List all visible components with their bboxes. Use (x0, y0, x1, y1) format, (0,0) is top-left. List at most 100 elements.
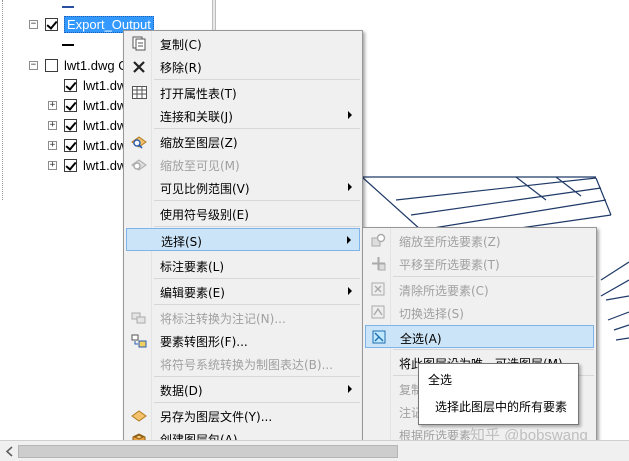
menu-item-edit-features[interactable]: 编辑要素(E) (126, 280, 360, 303)
tooltip-description: 选择此图层中的所有要素 (435, 400, 568, 414)
menu-item-label: 缩放至图层(Z) (160, 136, 238, 150)
tree-row-dwg[interactable]: − lwt1.dwg G (29, 55, 128, 75)
menu-item-clear-selected[interactable]: 清除所选要素(C) (365, 278, 594, 301)
menu-separator (154, 278, 360, 279)
submenu-arrow-icon (348, 287, 352, 295)
sublayer-name[interactable]: lwt1.dw (83, 98, 126, 113)
remove-x-icon (130, 58, 148, 75)
menu-item-label: 全选(A) (400, 332, 442, 346)
tree-row-sublayer[interactable]: + lwt1.dw (48, 155, 126, 175)
tree-row-sublayer[interactable]: + lwt1.dw (48, 95, 126, 115)
menu-item-label: 另存为图层文件(Y)... (160, 410, 273, 424)
menu-item-remove[interactable]: 移除(R) (126, 55, 360, 78)
menu-item-use-symbol-levels[interactable]: 使用符号级别(E) (126, 202, 360, 225)
menu-item-convert-symbology[interactable]: 将符号系统转换为制图表达(B)... (126, 352, 360, 375)
menu-separator (154, 79, 360, 80)
expand-icon[interactable]: + (48, 120, 57, 130)
menu-item-label: 可见比例范围(V) (160, 182, 250, 196)
menu-item-label: 复制(C) (160, 38, 202, 52)
sublayer-name[interactable]: lwt1.dw (83, 118, 126, 133)
menu-item-label: 要素转图形(F)... (160, 335, 248, 349)
menu-item-label: 使用符号级别(E) (160, 208, 249, 222)
convert-labels-icon (130, 309, 148, 326)
menu-item-label: 清除所选要素(C) (399, 284, 489, 298)
arcmap-window: − Export_Output − lwt1.dwg G lwt1.dw + l… (0, 0, 629, 461)
expand-icon[interactable]: + (48, 100, 57, 110)
menu-item-visible-scale-range[interactable]: 可见比例范围(V) (126, 176, 360, 199)
sublayer-name[interactable]: lwt1.dw (83, 78, 126, 93)
menu-separator (154, 128, 360, 129)
menu-separator (154, 376, 360, 377)
menu-item-zoom-to-selected[interactable]: 缩放至所选要素(Z) (365, 229, 594, 252)
layer-visibility-checkbox[interactable] (45, 58, 58, 72)
menu-item-label: 编辑要素(E) (160, 286, 225, 300)
menu-item-copy[interactable]: 复制(C) (126, 32, 360, 55)
horizontal-scrollbar[interactable] (0, 440, 629, 461)
menu-separator (154, 226, 360, 227)
layer-symbol-line (62, 44, 74, 46)
expand-icon[interactable]: + (48, 140, 57, 150)
tooltip-title: 全选 (428, 373, 453, 387)
collapse-icon[interactable]: − (29, 19, 38, 29)
menu-item-label: 标注要素(L) (160, 260, 225, 274)
menu-item-zoom-to-visible[interactable]: 缩放至可见(M) (126, 153, 360, 176)
menu-item-label: 缩放至可见(M) (160, 159, 240, 173)
layer-context-menu: 复制(C) 移除(R) 打开属性表(T) 连接和关联(J) 缩放至图层(Z) 缩… (123, 30, 363, 448)
menu-item-open-attribute-table[interactable]: 打开属性表(T) (126, 81, 360, 104)
layer-visibility-checkbox[interactable] (64, 138, 77, 152)
menu-separator (154, 304, 360, 305)
expand-icon[interactable]: + (48, 160, 57, 170)
submenu-arrow-icon (348, 385, 352, 393)
layer-visibility-checkbox[interactable] (64, 158, 77, 172)
zoom-selected-icon (369, 232, 387, 249)
tree-row-sublayer[interactable]: + lwt1.dw (48, 115, 126, 135)
menu-item-data[interactable]: 数据(D) (126, 378, 360, 401)
scroll-left-icon[interactable] (2, 444, 17, 459)
layer-visibility-checkbox[interactable] (45, 17, 58, 31)
menu-item-label: 打开属性表(T) (160, 87, 237, 101)
menu-item-save-layer-file[interactable]: 另存为图层文件(Y)... (126, 404, 360, 427)
menu-item-label: 连接和关联(J) (160, 110, 233, 124)
submenu-arrow-icon (347, 236, 351, 244)
zoom-to-visible-icon (130, 156, 148, 173)
scrollbar-thumb[interactable] (18, 445, 398, 458)
sublayer-name[interactable]: lwt1.dw (83, 158, 126, 173)
menu-item-features-to-graphics[interactable]: 要素转图形(F)... (126, 329, 360, 352)
menu-item-label-features[interactable]: 标注要素(L) (126, 254, 360, 277)
menu-separator (154, 402, 360, 403)
switch-selection-icon (369, 304, 387, 321)
features-to-graphics-icon (130, 332, 148, 349)
submenu-arrow-icon (348, 111, 352, 119)
menu-item-selection[interactable]: 选择(S) (126, 228, 360, 251)
menu-item-label: 移除(R) (160, 61, 202, 75)
menu-item-select-all[interactable]: 全选(A) (365, 325, 594, 348)
sublayer-name[interactable]: lwt1.dw (83, 138, 126, 153)
tree-guide-line (2, 0, 3, 200)
menu-item-label: 切换选择(S) (399, 307, 464, 321)
menu-item-convert-labels[interactable]: 将标注转换为注记(N)... (126, 306, 360, 329)
menu-separator (393, 276, 594, 277)
layer-file-icon (130, 407, 148, 424)
submenu-arrow-icon (348, 183, 352, 191)
menu-separator (393, 349, 594, 350)
menu-item-pan-to-selected[interactable]: 平移至所选要素(T) (365, 252, 594, 275)
menu-item-joins-relates[interactable]: 连接和关联(J) (126, 104, 360, 127)
pan-selected-icon (369, 255, 387, 272)
layer-visibility-checkbox[interactable] (64, 78, 77, 92)
layer-visibility-checkbox[interactable] (64, 98, 77, 112)
select-all-icon (370, 329, 388, 346)
select-all-tooltip: 全选 选择此图层中的所有要素 (418, 363, 579, 425)
menu-item-switch-selection[interactable]: 切换选择(S) (365, 301, 594, 324)
layer-name-dwg[interactable]: lwt1.dwg G (64, 58, 128, 73)
menu-item-label: 选择(S) (161, 235, 202, 249)
zoom-to-layer-icon (130, 133, 148, 150)
layer-symbol-line (62, 6, 74, 8)
tree-row-sublayer[interactable]: lwt1.dw (48, 75, 126, 95)
collapse-icon[interactable]: − (29, 60, 38, 70)
tree-row-sublayer[interactable]: + lwt1.dw (48, 135, 126, 155)
layer-visibility-checkbox[interactable] (64, 118, 77, 132)
menu-item-label: 将符号系统转换为制图表达(B)... (160, 358, 334, 372)
menu-item-zoom-to-layer[interactable]: 缩放至图层(Z) (126, 130, 360, 153)
menu-item-label: 将标注转换为注记(N)... (160, 312, 286, 326)
menu-separator (154, 200, 360, 201)
